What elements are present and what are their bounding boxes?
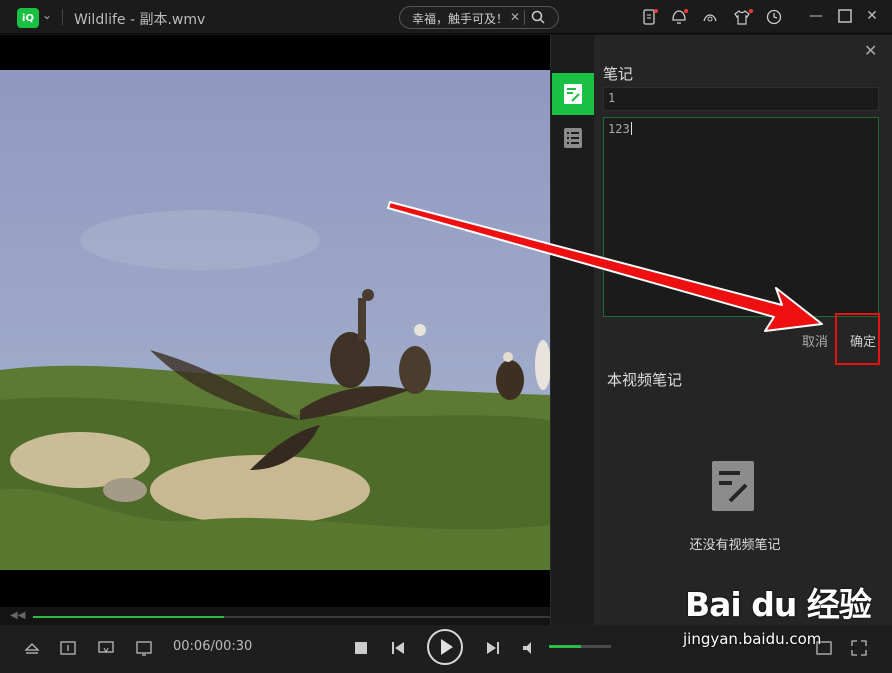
- note-edit-icon: [564, 84, 582, 104]
- subtitle-icon[interactable]: [59, 639, 77, 657]
- text-caret: [630, 122, 632, 135]
- baidu-watermark: Bai du 经验 jingyan.baidu.com: [683, 578, 883, 668]
- close-icon[interactable]: ✕: [864, 8, 880, 24]
- letterbox-bottom: [0, 570, 550, 607]
- clear-search-icon[interactable]: ✕: [510, 10, 520, 24]
- note-title-input[interactable]: 1: [603, 87, 879, 111]
- title-bar: iQ ⌄ Wildlife - 副本.wmv 幸福，触手可及！ ✕ — ✕: [0, 0, 892, 34]
- note-body-text: 123: [608, 122, 630, 136]
- video-notes-title: 本视频笔记: [607, 371, 683, 389]
- shirt-badge: [749, 9, 753, 13]
- next-icon[interactable]: [484, 639, 502, 657]
- panel-close-icon[interactable]: ✕: [864, 41, 877, 60]
- volume-icon[interactable]: [521, 639, 539, 657]
- screenshot-icon[interactable]: [135, 639, 153, 657]
- cancel-button[interactable]: 取消: [802, 331, 828, 350]
- notification-badge: [684, 9, 688, 13]
- chevron-down-icon[interactable]: ⌄: [42, 8, 52, 22]
- volume-fill: [549, 645, 582, 648]
- note-tab[interactable]: [552, 73, 594, 115]
- maximize-icon[interactable]: [837, 8, 853, 24]
- history-icon[interactable]: [765, 8, 783, 26]
- search-input[interactable]: 幸福，触手可及！: [412, 10, 520, 27]
- skin-icon[interactable]: [701, 8, 719, 26]
- window-title: Wildlife - 副本.wmv: [74, 12, 206, 28]
- app-logo[interactable]: iQ: [17, 8, 39, 28]
- time-display: 00:06/00:30: [173, 639, 253, 654]
- minimize-icon[interactable]: —: [808, 8, 824, 24]
- play-button[interactable]: [427, 629, 463, 665]
- list-tab[interactable]: [552, 117, 594, 159]
- stop-icon[interactable]: [352, 639, 370, 657]
- list-icon: [564, 128, 582, 148]
- progress-row: ◀◀: [0, 607, 550, 625]
- watermark-url: jingyan.baidu.com: [683, 630, 822, 648]
- watermark-brand: Bai du 经验: [685, 585, 872, 624]
- progress-fill: [33, 616, 225, 618]
- player-window: iQ ⌄ Wildlife - 副本.wmv 幸福，触手可及！ ✕ — ✕ ◀◀…: [0, 0, 892, 673]
- highlight-box: [835, 313, 880, 365]
- note-body-textarea[interactable]: 123: [603, 117, 879, 317]
- notes-heading: 笔记: [603, 65, 634, 83]
- empty-notes-text: 还没有视频笔记: [689, 538, 781, 553]
- video-scene-birds: [0, 70, 550, 570]
- title-divider: [62, 9, 63, 25]
- eject-icon[interactable]: [23, 639, 41, 657]
- letterbox-top: [0, 35, 550, 70]
- video-frame[interactable]: [0, 70, 550, 570]
- cast-icon[interactable]: [97, 639, 115, 657]
- rewind-icon[interactable]: ◀◀: [10, 610, 25, 621]
- search-box[interactable]: 幸福，触手可及！ ✕: [399, 6, 559, 29]
- phone-badge: [654, 9, 658, 13]
- empty-note-icon: [712, 461, 754, 511]
- search-divider: [524, 10, 525, 25]
- play-icon: [441, 639, 453, 655]
- search-icon[interactable]: [530, 9, 546, 25]
- previous-icon[interactable]: [389, 639, 407, 657]
- side-tab-strip: [550, 35, 594, 625]
